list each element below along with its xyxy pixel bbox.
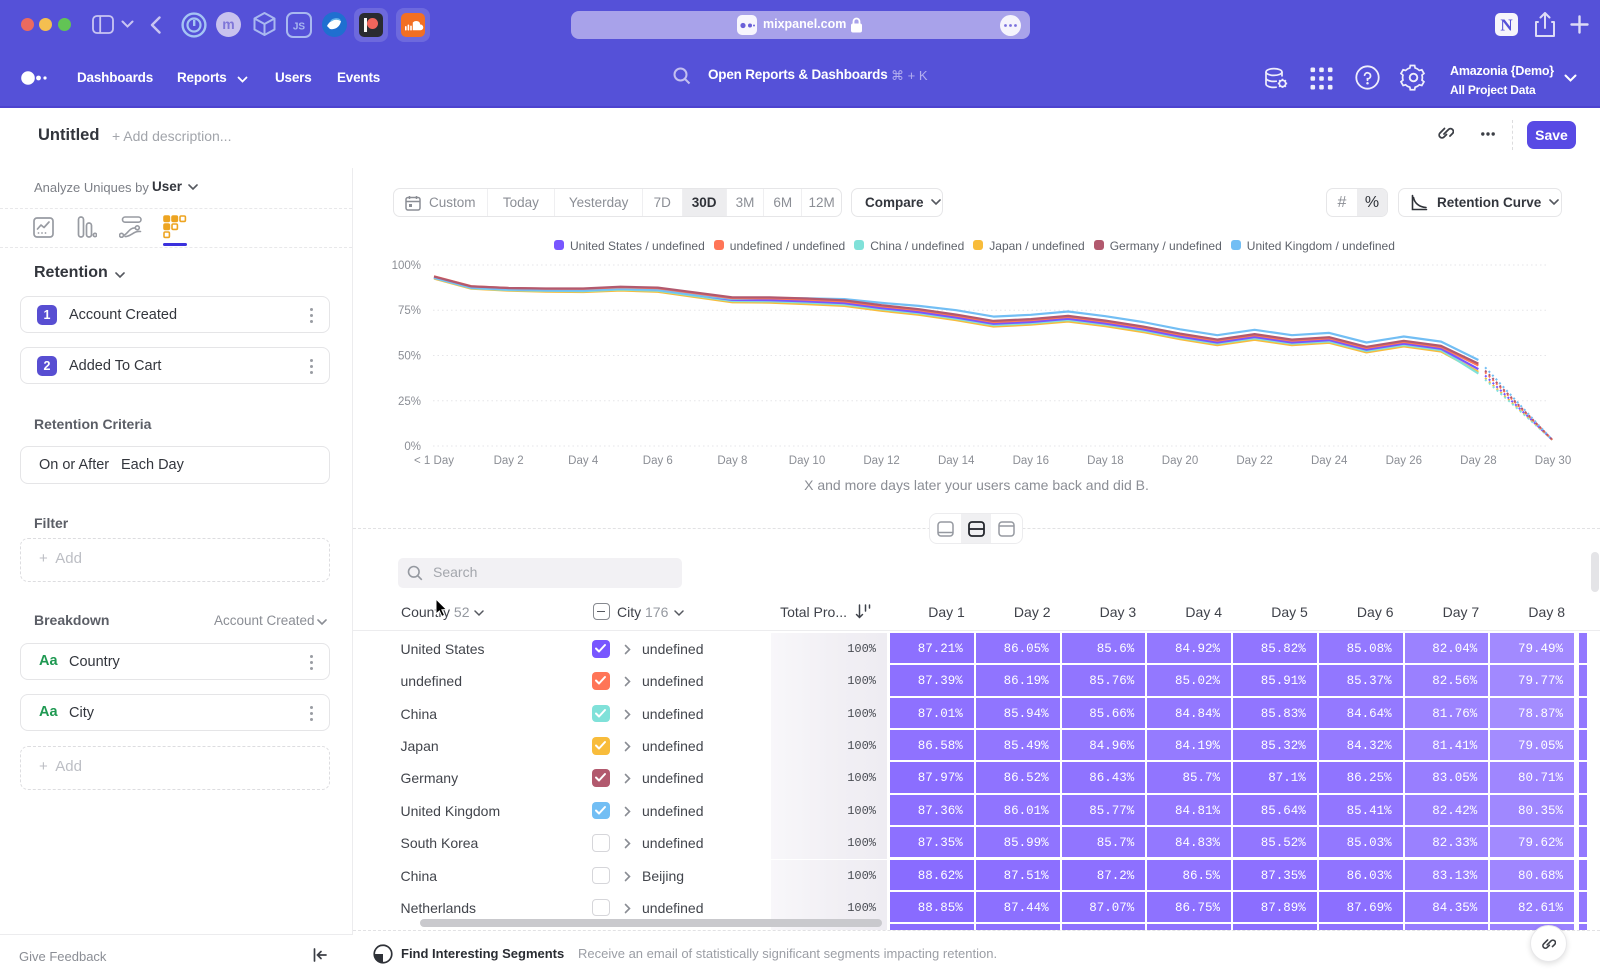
svg-text:Day 26: Day 26 [1386,455,1422,467]
svg-text:Day 6: Day 6 [643,455,673,467]
svg-text:Day 22: Day 22 [1236,455,1272,467]
svg-text:50%: 50% [398,351,421,363]
svg-text:75%: 75% [398,305,421,317]
svg-text:Day 30: Day 30 [1535,455,1571,467]
svg-text:0%: 0% [404,441,421,453]
svg-text:Day 8: Day 8 [717,455,747,467]
svg-text:Day 14: Day 14 [938,455,975,467]
svg-text:< 1 Day: < 1 Day [414,455,454,467]
svg-text:100%: 100% [392,260,421,272]
svg-text:Day 18: Day 18 [1087,455,1123,467]
svg-text:Day 2: Day 2 [494,455,524,467]
svg-text:Day 16: Day 16 [1013,455,1049,467]
svg-text:Day 12: Day 12 [863,455,899,467]
svg-text:Day 20: Day 20 [1162,455,1198,467]
svg-text:25%: 25% [398,396,421,408]
svg-text:Day 4: Day 4 [568,455,599,467]
svg-text:Day 24: Day 24 [1311,455,1348,467]
svg-text:Day 10: Day 10 [789,455,825,467]
svg-text:Day 28: Day 28 [1460,455,1496,467]
